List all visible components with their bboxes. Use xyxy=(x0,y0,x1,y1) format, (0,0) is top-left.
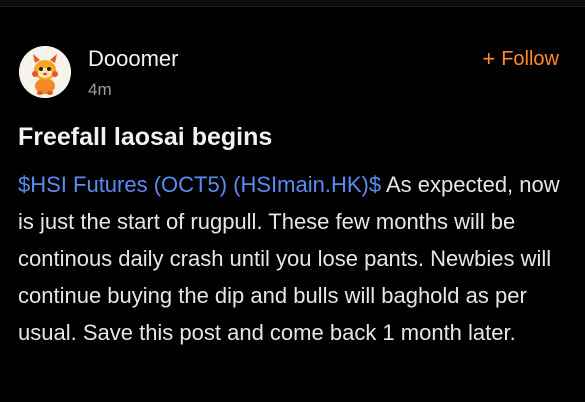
post-body-text: As expected, now is just the start of ru… xyxy=(18,172,560,345)
post-timestamp: 4m xyxy=(88,80,112,99)
follow-button[interactable]: + Follow xyxy=(482,47,559,71)
author-name[interactable]: Dooomer xyxy=(88,46,178,72)
plus-icon: + xyxy=(482,46,496,71)
lion-dance-mascot-icon xyxy=(19,46,71,98)
avatar[interactable] xyxy=(19,46,71,98)
post-body: $HSI Futures (OCT5) (HSImain.HK)$ As exp… xyxy=(18,166,570,351)
follow-label: Follow xyxy=(501,48,559,70)
post-title: Freefall laosai begins xyxy=(18,123,273,151)
top-divider xyxy=(0,0,585,7)
ticker-link[interactable]: $HSI Futures (OCT5) (HSImain.HK)$ xyxy=(18,172,381,197)
